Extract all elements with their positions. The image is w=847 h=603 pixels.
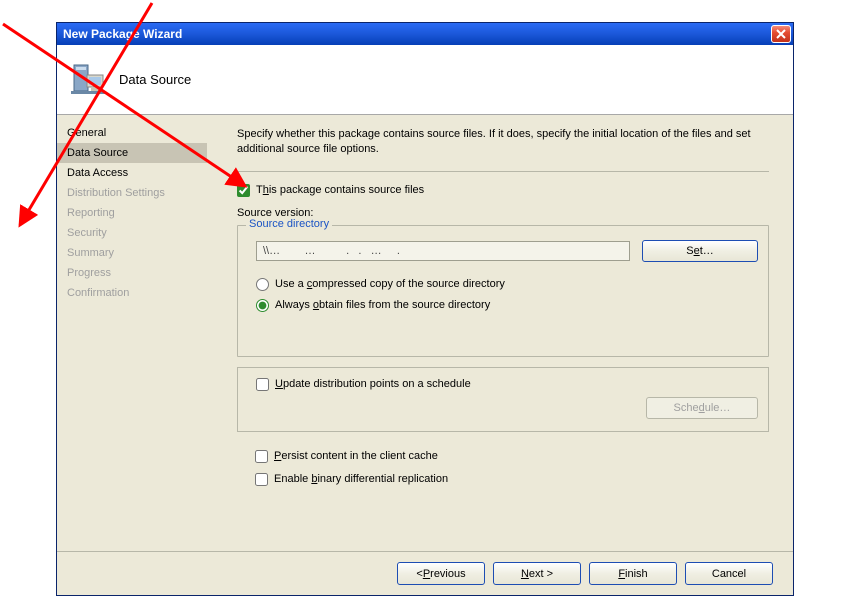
- next-button[interactable]: Next >: [493, 562, 581, 585]
- source-directory-legend: Source directory: [246, 218, 332, 230]
- instructions-text: Specify whether this package contains so…: [237, 127, 769, 157]
- sidebar-item-distribution-settings: Distribution Settings: [57, 183, 207, 203]
- page-title: Data Source: [119, 72, 191, 87]
- sidebar-item-general[interactable]: General: [57, 123, 207, 143]
- persist-content-label: Persist content in the client cache: [274, 450, 438, 462]
- wizard-sidebar: General Data Source Data Access Distribu…: [57, 115, 207, 551]
- schedule-button: Schedule…: [646, 397, 758, 419]
- option-always-obtain-label: Always obtain files from the source dire…: [275, 299, 490, 311]
- sidebar-item-security: Security: [57, 223, 207, 243]
- sidebar-item-reporting: Reporting: [57, 203, 207, 223]
- binary-diff-label: Enable binary differential replication: [274, 473, 448, 485]
- sidebar-item-progress: Progress: [57, 263, 207, 283]
- finish-button[interactable]: Finish: [589, 562, 677, 585]
- server-icon: [69, 61, 107, 99]
- wizard-footer: < Previous Next > Finish Cancel: [57, 551, 793, 595]
- previous-button[interactable]: < Previous: [397, 562, 485, 585]
- set-button[interactable]: Set…: [642, 240, 758, 262]
- titlebar: New Package Wizard: [57, 23, 793, 45]
- sidebar-item-summary: Summary: [57, 243, 207, 263]
- contains-source-label: This package contains source files: [256, 184, 424, 196]
- window-title: New Package Wizard: [63, 27, 771, 41]
- update-schedule-label: Update distribution points on a schedule: [275, 378, 471, 390]
- option-compressed-radio[interactable]: [256, 278, 269, 291]
- schedule-group: Update distribution points on a schedule…: [237, 367, 769, 432]
- option-always-obtain-radio[interactable]: [256, 299, 269, 312]
- sidebar-item-confirmation: Confirmation: [57, 283, 207, 303]
- close-button[interactable]: [771, 25, 791, 43]
- persist-content-checkbox[interactable]: [255, 450, 268, 463]
- separator: [237, 171, 769, 172]
- sidebar-item-data-source[interactable]: Data Source: [57, 143, 207, 163]
- option-compressed-label: Use a compressed copy of the source dire…: [275, 278, 505, 290]
- cancel-button[interactable]: Cancel: [685, 562, 773, 585]
- content-pane: Specify whether this package contains so…: [207, 115, 793, 551]
- wizard-header: Data Source: [57, 45, 793, 115]
- dialog-window: New Package Wizard Data Source General: [56, 22, 794, 596]
- binary-diff-checkbox[interactable]: [255, 473, 268, 486]
- source-path-input[interactable]: [256, 241, 630, 261]
- contains-source-checkbox[interactable]: [237, 184, 250, 197]
- update-schedule-checkbox[interactable]: [256, 378, 269, 391]
- sidebar-item-data-access[interactable]: Data Access: [57, 163, 207, 183]
- source-directory-group: Source directory Set… Use a compressed c…: [237, 225, 769, 357]
